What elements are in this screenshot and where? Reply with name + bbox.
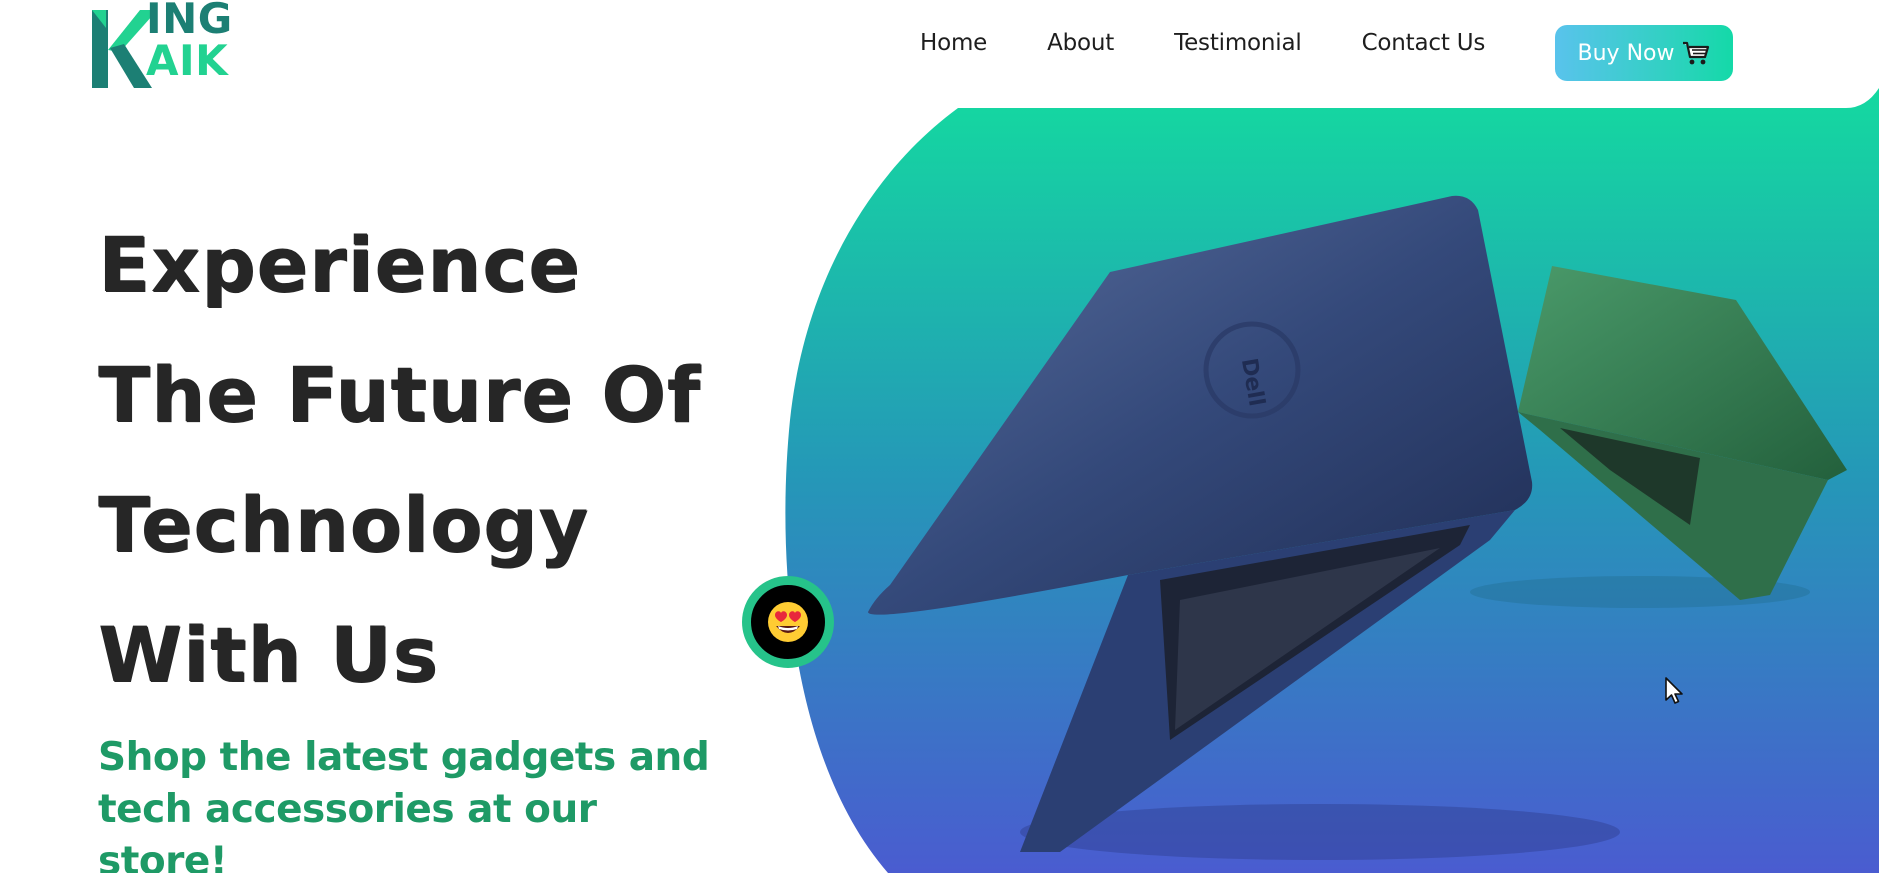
hero-headline: Experience The Future Of Technology With… [98, 200, 738, 720]
brand-wordmark: ING AIK [146, 0, 320, 82]
main-navigation: Home About Testimonial Contact Us [920, 30, 1537, 56]
headline-line: Experience [98, 220, 581, 309]
tagline-line: tech accessories at our store! [98, 787, 597, 873]
emoji-badge-button[interactable] [742, 576, 834, 668]
laptop-shadow [1470, 576, 1810, 608]
nav-home-link[interactable]: Home [920, 30, 987, 56]
nav-about-link[interactable]: About [1047, 30, 1114, 56]
mouse-cursor-icon [1665, 677, 1683, 704]
dell-logo-text: Dell [1236, 356, 1269, 408]
brand-name-accent: AIK [146, 36, 229, 85]
brand-logo[interactable]: ING AIK [90, 0, 320, 88]
navy-laptop-base [1020, 510, 1515, 852]
navy-laptop-lid: Dell [868, 195, 1533, 615]
dell-logo-ring [1203, 321, 1301, 419]
hero-tagline: Shop the latest gadgets and tech accesso… [98, 732, 738, 873]
green-laptop [1518, 266, 1847, 600]
headline-line: Technology [98, 480, 589, 569]
heart-eyes-emoji-icon [768, 602, 808, 642]
nav-contact-us-link[interactable]: Contact Us [1362, 30, 1486, 56]
nav-testimonial-link[interactable]: Testimonial [1174, 30, 1302, 56]
logo-k-icon [92, 10, 152, 88]
headline-line: The Future Of [98, 350, 701, 439]
buy-now-label: Buy Now [1577, 40, 1675, 66]
tagline-line: Shop the latest gadgets and [98, 735, 710, 780]
buy-now-button[interactable]: Buy Now [1555, 25, 1733, 81]
shopping-cart-icon [1683, 41, 1710, 65]
laptop-shadow [1020, 804, 1620, 860]
headline-line: With Us [98, 610, 439, 699]
